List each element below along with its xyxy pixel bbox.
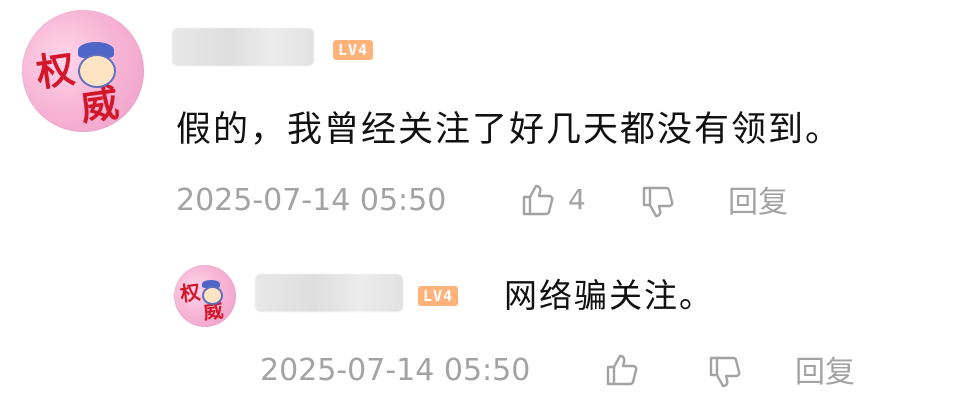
- reply-text: 网络骗关注。: [504, 276, 714, 315]
- reply-avatar[interactable]: 权 威: [174, 265, 236, 327]
- reply-like-button[interactable]: [604, 352, 640, 388]
- thumbs-down-icon: [640, 184, 676, 220]
- comment-thread: 权 威 LV4 假的，我曾经关注了好几天都没有领到。 2025-07-14 05…: [0, 0, 978, 404]
- reply-reply-button[interactable]: 回复: [795, 353, 855, 393]
- avatar-glyph-1: 权: [178, 279, 202, 307]
- username-blurred[interactable]: [172, 28, 314, 66]
- like-button[interactable]: 4: [520, 182, 586, 218]
- dislike-button[interactable]: [640, 184, 676, 220]
- reply-timestamp: 2025-07-14 05:50: [260, 353, 531, 388]
- comment-text: 假的，我曾经关注了好几天都没有领到。: [176, 110, 843, 150]
- like-count: 4: [568, 183, 586, 216]
- thumbs-up-icon: [604, 352, 640, 388]
- avatar-glyph-1: 权: [33, 46, 78, 96]
- reply-button[interactable]: 回复: [728, 183, 788, 223]
- thumbs-down-icon: [707, 354, 743, 390]
- reply-level-badge: LV4: [418, 286, 459, 306]
- avatar[interactable]: 权 威: [22, 10, 144, 132]
- avatar-face: [78, 54, 116, 88]
- timestamp: 2025-07-14 05:50: [176, 183, 447, 218]
- reply-username-blurred[interactable]: [255, 274, 403, 312]
- avatar-face: [202, 286, 223, 305]
- thumbs-up-icon: [520, 182, 556, 218]
- level-badge: LV4: [333, 40, 374, 60]
- reply-dislike-button[interactable]: [707, 354, 743, 390]
